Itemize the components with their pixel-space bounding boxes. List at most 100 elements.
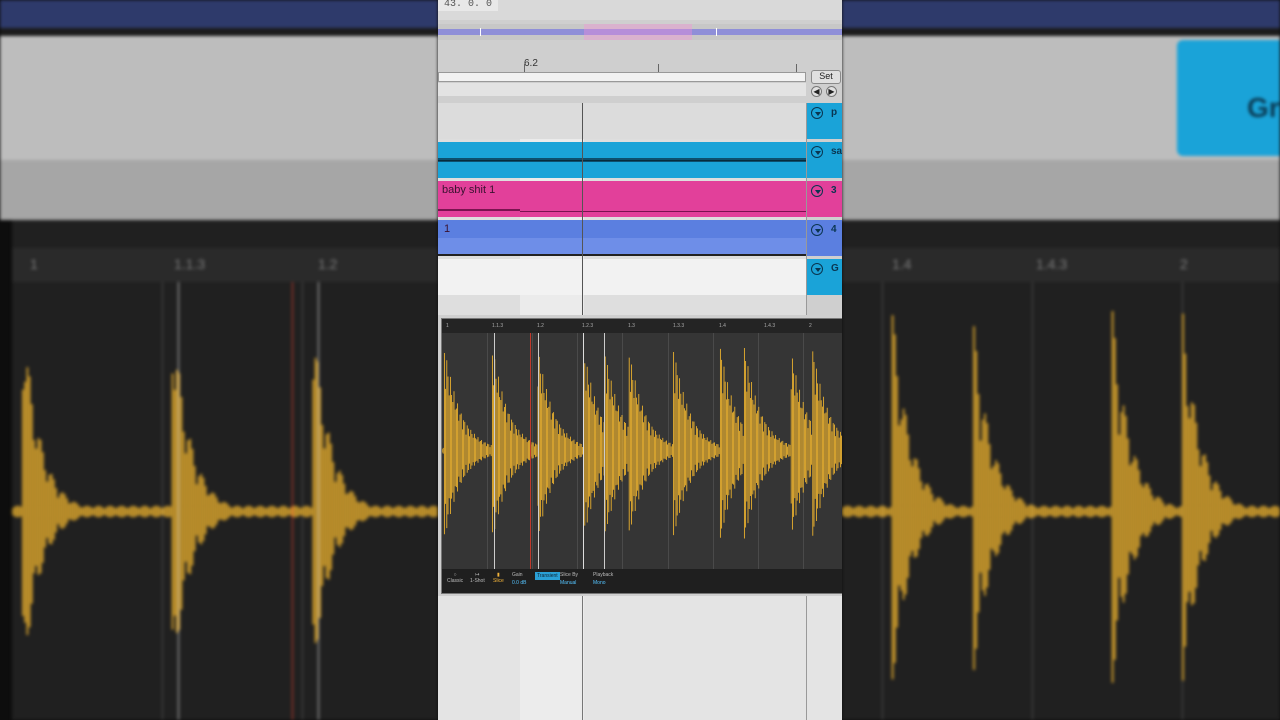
bg-waveform-right [842,282,1280,720]
sample-ruler[interactable]: 1 1.1.3 1.2 1.2.3 1.3 1.3.3 1.4 1.4.3 2 [442,319,842,333]
ruler-tick [658,64,659,72]
transient-toggle[interactable]: Transient [535,572,560,580]
arrangement-area-lower[interactable] [438,596,842,720]
mode-classic-label: Classic [447,578,464,584]
track-name[interactable]: G [831,263,839,274]
track-lane-1[interactable] [438,103,806,139]
track-fold-icon[interactable] [811,263,823,275]
simpler-device: 1 1.1.3 1.2 1.2.3 1.3 1.3.3 1.4 1.4.3 2 … [441,318,842,594]
sample-ruler-label: 1.3.3 [673,323,685,329]
playback-label: Playback [593,572,614,578]
bg-track-header: Gr [1177,40,1280,156]
bg-track-name: Gr [1247,92,1280,123]
slice-marker[interactable] [604,333,605,569]
gain-label: Gain [512,572,523,578]
playback-control[interactable]: Playback Mono [593,572,613,586]
sample-ruler-label: 1.4 [719,323,726,329]
clip-automation [438,209,806,212]
arrangement-area[interactable]: baby shit 1 1 [438,103,806,315]
arrangement-overview[interactable] [438,24,842,40]
track-lane-2[interactable] [438,142,806,178]
track-header-2[interactable]: sa [807,142,842,178]
sample-ruler-label: 1.2 [537,323,544,329]
bg-ruler-label: 2 [1180,256,1188,272]
track-name[interactable]: 4 [831,224,837,235]
daw-window: 43. 0. 0 6.2 Set ◀ ▶ baby shit 1 1 p sa … [438,0,842,720]
bg-ruler-left: 1 1.1.3 1.2 [12,248,438,282]
waveform-path [442,348,842,539]
ruler-marker-label: 6.2 [524,58,538,69]
mode-one-shot-label: 1-Shot [470,578,485,584]
loop-region-highlight [520,596,584,720]
sample-ruler-label: 1.1.3 [492,323,504,329]
track-fold-icon[interactable] [811,107,823,119]
sample-waveform-display[interactable] [442,333,842,569]
grid-line [302,282,303,720]
mode-slice-button[interactable]: ▮ Slice [493,572,504,584]
overview-marker [480,28,481,36]
slice-by-control[interactable]: Slice By Manual [560,572,578,586]
track-header-3[interactable]: 3 [807,181,842,217]
waveform-path [12,357,438,643]
playback-value[interactable]: Mono [593,580,613,586]
grid-line [1032,282,1033,720]
overview-selection[interactable] [584,24,692,40]
ruler-tick [796,64,797,72]
bg-track-area-lower [0,160,438,220]
track-lane-3[interactable]: baby shit 1 [438,181,806,217]
track-fold-icon[interactable] [811,185,823,197]
bg-ruler-label: 1.1.3 [174,256,206,272]
beat-time-ruler[interactable]: 6.2 [438,56,842,72]
bg-top-strip [842,28,1280,36]
slice-marker[interactable] [583,333,584,569]
sample-ruler-label: 1.3 [628,323,635,329]
slice-marker[interactable] [318,282,319,720]
track-header-5[interactable]: G [807,259,842,295]
overview-marker [716,28,717,36]
mode-classic-button[interactable]: ○ Classic [447,572,463,584]
playhead-line [582,103,583,315]
set-locator-button[interactable]: Set [811,70,841,84]
mode-slice-label: Slice [493,578,504,584]
track-lane-5[interactable] [438,259,806,295]
arrow-left-icon[interactable]: ◀ [811,86,822,97]
bg-ruler-label: 1.4 [892,256,912,272]
slice-marker[interactable] [178,282,179,720]
gain-value[interactable]: 0.0 dB [512,580,526,586]
playhead-line [582,596,583,720]
track-fold-icon[interactable] [811,146,823,158]
mode-one-shot-button[interactable]: ↦ 1-Shot [470,572,485,584]
background-left: 1 1.1.3 1.2 [0,0,438,720]
gain-control[interactable]: Gain 0.0 dB [512,572,526,586]
track-name[interactable]: p [831,107,837,118]
track-name[interactable]: sa [831,146,842,157]
bg-waveform-left [12,282,438,720]
track-header-4[interactable]: 4 [807,220,842,256]
track-header-divider [806,596,807,720]
slice-marker[interactable] [292,282,293,720]
slice-marker[interactable] [530,333,531,569]
track-name[interactable]: 3 [831,185,837,196]
bg-ruler-label: 1 [30,256,38,272]
song-position-readout[interactable]: 43. 0. 0 [438,0,499,11]
track-lane-4[interactable]: 1 [438,220,806,256]
grid-line [882,282,883,720]
arrow-right-icon[interactable]: ▶ [826,86,837,97]
transport-bar: 43. 0. 0 [438,0,842,20]
bg-top-strip [0,28,438,36]
bg-ruler-label: 1.2 [318,256,338,272]
track-fold-icon[interactable] [811,224,823,236]
clip-waveform [438,158,806,162]
simpler-controls: ○ Classic ↦ 1-Shot ▮ Slice Gain 0.0 dB T… [442,569,842,593]
slice-marker[interactable] [538,333,539,569]
slice-marker[interactable] [494,333,495,569]
loop-lane[interactable] [438,83,806,96]
ruler-tick [524,64,525,72]
sample-ruler-label: 1.4.3 [764,323,776,329]
loop-brace[interactable] [438,72,806,82]
clip-pattern [438,238,806,256]
slice-by-value[interactable]: Manual [560,580,578,586]
bg-ruler-label: 1.4.3 [1036,256,1068,272]
background-right: Gr 1.4 1.4.3 2 [842,0,1280,720]
track-header-1[interactable]: p [807,103,842,139]
